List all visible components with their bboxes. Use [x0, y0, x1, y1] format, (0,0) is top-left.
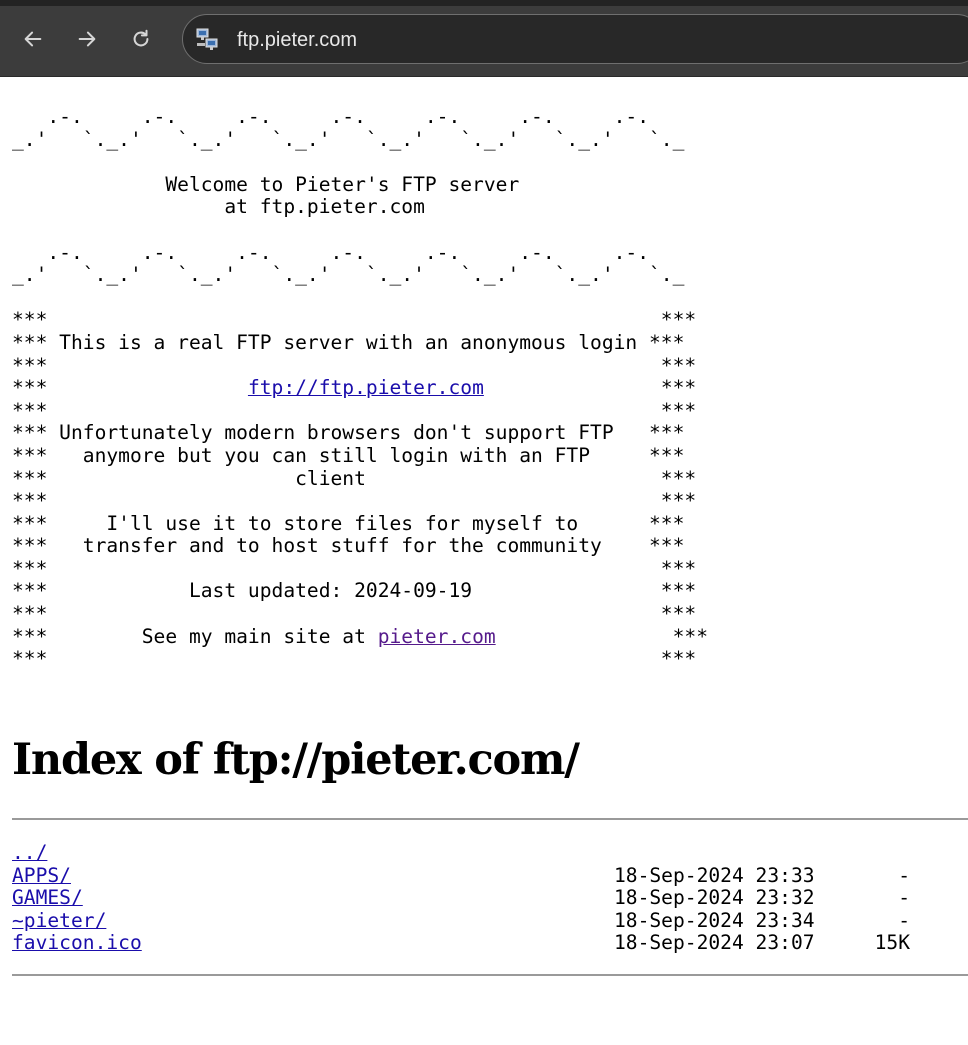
banner-line: *** client ***	[12, 466, 697, 490]
banner-line: *** transfer and to host stuff for the c…	[12, 534, 685, 558]
pieter-folder-link[interactable]: ~pieter/	[12, 909, 106, 933]
ftp-url-link[interactable]: ftp://ftp.pieter.com	[248, 376, 484, 399]
modified-date: 18-Sep-2024 23:32	[614, 886, 815, 910]
reload-button[interactable]	[124, 22, 158, 56]
directory-listing: ../ APPS/ 18-Sep-2024 23:33 - GAMES/ 18-…	[12, 841, 932, 955]
network-computer-icon[interactable]	[195, 27, 219, 51]
modified-date: 18-Sep-2024 23:33	[614, 863, 815, 887]
apps-folder-link[interactable]: APPS/	[12, 864, 71, 888]
divider-bottom	[12, 974, 968, 976]
url-text[interactable]: ftp.pieter.com	[237, 27, 357, 53]
banner-line: *** ***	[12, 647, 697, 671]
favicon-file-link[interactable]: favicon.ico	[12, 932, 142, 955]
ascii-banner: .-. .-. .-. .-. .-. .-. .-. _.' `._.' `.…	[12, 105, 962, 671]
index-title: Index of ftp://pieter.com/	[12, 735, 580, 785]
listing-row-parent: ../	[12, 841, 932, 865]
site-link-suffix: ***	[495, 624, 709, 648]
listing-row-pieter: ~pieter/ 18-Sep-2024 23:34 -	[12, 908, 932, 933]
arrow-right-icon	[78, 31, 96, 47]
forward-button[interactable]	[70, 22, 104, 56]
wave-line: _.' `._.' `._.' `._.' `._.' `._.' `._.' …	[12, 127, 685, 151]
reload-icon	[133, 29, 149, 47]
listing-row-games: GAMES/ 18-Sep-2024 23:32 -	[12, 887, 932, 910]
modified-date: 18-Sep-2024 23:34	[614, 908, 815, 932]
host-line: at ftp.pieter.com	[12, 195, 425, 219]
address-bar[interactable]: ftp.pieter.com	[182, 14, 968, 64]
banner-line: *** Unfortunately modern browsers don't …	[12, 421, 685, 445]
banner-line: *** This is a real FTP server with an an…	[12, 330, 685, 354]
parent-directory-link[interactable]: ../	[12, 841, 47, 865]
banner-line: *** ***	[12, 398, 697, 422]
last-updated-line: *** Last updated: 2024-09-19 ***	[12, 579, 697, 603]
banner-line: *** anymore but you can still login with…	[12, 443, 685, 467]
listing-row-apps: APPS/ 18-Sep-2024 23:33 -	[12, 863, 932, 888]
ftp-link-prefix: ***	[12, 376, 248, 400]
banner-line: *** ***	[12, 308, 697, 332]
banner-line: *** ***	[12, 602, 697, 626]
wave-line: .-. .-. .-. .-. .-. .-. .-.	[12, 240, 650, 264]
games-folder-link[interactable]: GAMES/	[12, 887, 83, 910]
modified-date: 18-Sep-2024 23:07	[614, 931, 815, 955]
browser-toolbar: ftp.pieter.com	[0, 0, 968, 77]
file-size: -	[898, 886, 910, 910]
tab-strip-edge	[0, 0, 968, 6]
listing-row-favicon: favicon.ico 18-Sep-2024 23:07 15K	[12, 932, 932, 955]
banner-line: *** ***	[12, 489, 697, 513]
back-button[interactable]	[16, 22, 50, 56]
arrow-left-icon	[24, 31, 42, 47]
main-site-link[interactable]: pieter.com	[378, 625, 496, 648]
site-link-prefix: *** See my main site at	[12, 624, 378, 648]
banner-line: *** ***	[12, 556, 697, 580]
file-size: -	[898, 908, 910, 932]
wave-line: _.' `._.' `._.' `._.' `._.' `._.' `._.' …	[12, 263, 685, 287]
file-size: 15K	[874, 931, 910, 955]
file-size: -	[898, 863, 910, 887]
page-content: .-. .-. .-. .-. .-. .-. .-. _.' `._.' `.…	[12, 105, 962, 671]
wave-line: .-. .-. .-. .-. .-. .-. .-.	[12, 105, 650, 128]
ftp-link-suffix: ***	[483, 376, 697, 400]
welcome-line: Welcome to Pieter's FTP server	[12, 172, 520, 196]
banner-line: *** ***	[12, 353, 697, 377]
banner-line: *** I'll use it to store files for mysel…	[12, 511, 685, 535]
divider-top	[12, 818, 968, 820]
